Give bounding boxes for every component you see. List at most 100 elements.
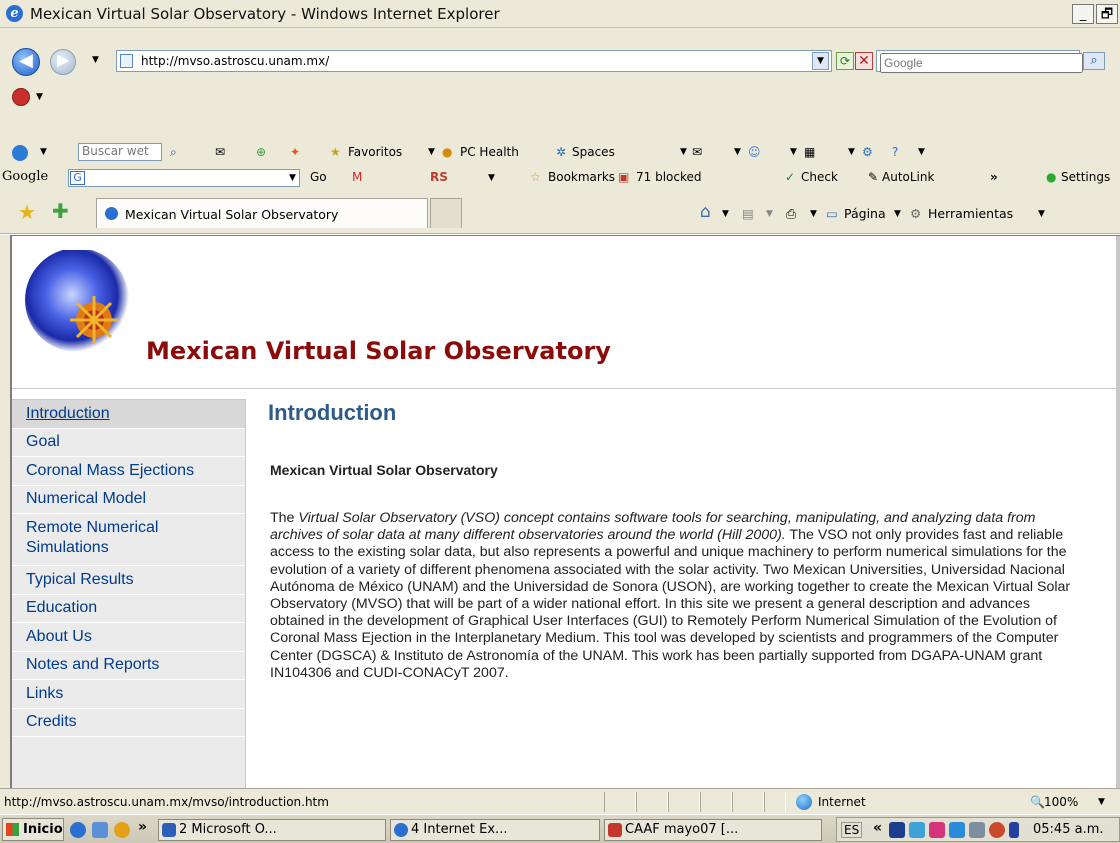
- feeds-dropdown-icon[interactable]: ▼: [766, 209, 773, 219]
- tab-mexican-virtual-solar-observatory[interactable]: Mexican Virtual Solar Observatory: [96, 198, 428, 228]
- address-bar[interactable]: [116, 50, 832, 72]
- status-cell: [668, 792, 700, 812]
- sidebar-item-goal[interactable]: Goal: [12, 429, 245, 457]
- dropdown-icon[interactable]: ▼: [848, 147, 855, 157]
- dropdown-icon[interactable]: ▼: [488, 173, 495, 183]
- tray-app-icon[interactable]: [929, 822, 945, 838]
- address-input[interactable]: [139, 53, 803, 69]
- maximize-button[interactable]: 🗗: [1096, 4, 1118, 24]
- sidebar-item-notes-and-reports[interactable]: Notes and Reports: [12, 652, 245, 680]
- start-button[interactable]: Inicio: [2, 818, 64, 841]
- tray-security-icon[interactable]: [989, 822, 1005, 838]
- pc-health-link[interactable]: PC Health: [460, 145, 519, 159]
- tray-monitor-icon[interactable]: [969, 822, 985, 838]
- tray-network-icon[interactable]: [889, 822, 905, 838]
- live-menu-dropdown-icon[interactable]: ▼: [40, 147, 47, 157]
- google-field-dropdown-icon[interactable]: ▼: [289, 173, 296, 183]
- live-search-icon[interactable]: ⌕: [170, 145, 177, 160]
- sidebar-item-about-us[interactable]: About Us: [12, 623, 245, 652]
- dropdown-icon[interactable]: ▼: [680, 147, 687, 157]
- more-chevron-icon[interactable]: »: [990, 170, 998, 184]
- check-button[interactable]: Check: [801, 170, 838, 184]
- google-g-icon[interactable]: G: [70, 171, 85, 185]
- messenger-icon[interactable]: ✦: [290, 145, 300, 159]
- rs-button[interactable]: RS: [430, 170, 448, 184]
- tools-menu-dropdown-icon[interactable]: ▼: [1038, 209, 1045, 219]
- vertical-scrollbar[interactable]: [1116, 236, 1120, 788]
- status-cell: [732, 792, 764, 812]
- sidebar-nav: Introduction Goal Coronal Mass Ejections…: [12, 399, 246, 788]
- live-search-field[interactable]: Buscar wet: [78, 143, 162, 161]
- quicklaunch-desktop-icon[interactable]: [92, 822, 108, 838]
- google-search-field[interactable]: [68, 169, 300, 187]
- task-internet-explorer[interactable]: 4 Internet Ex...: [390, 819, 600, 841]
- favorites-link[interactable]: Favoritos: [348, 145, 402, 159]
- stop-icon[interactable]: ✕: [855, 52, 873, 70]
- mail-tool-icon[interactable]: ✉: [692, 145, 702, 159]
- new-tab-button[interactable]: [430, 198, 462, 228]
- refresh-icon[interactable]: ⟳: [836, 52, 854, 70]
- history-dropdown-icon[interactable]: ▼: [92, 55, 99, 65]
- pdf-icon[interactable]: [12, 88, 30, 106]
- sidebar-item-typical-results[interactable]: Typical Results: [12, 566, 245, 595]
- pdf-dropdown-icon[interactable]: ▼: [36, 92, 43, 102]
- address-dropdown-icon[interactable]: ▼: [812, 52, 829, 70]
- forward-button[interactable]: ▶: [50, 49, 76, 75]
- zoom-icon: 🔍: [1030, 795, 1045, 809]
- search-icon[interactable]: ⌕: [1083, 52, 1105, 70]
- task-microsoft-office[interactable]: 2 Microsoft O...: [158, 819, 386, 841]
- tray-antivirus-icon[interactable]: [949, 822, 965, 838]
- spaces-link[interactable]: Spaces: [572, 145, 615, 159]
- sidebar-item-credits[interactable]: Credits: [12, 709, 245, 737]
- dropdown-icon[interactable]: ▼: [918, 147, 925, 157]
- options-icon[interactable]: ⚙: [862, 145, 873, 159]
- language-indicator[interactable]: ES: [841, 822, 863, 838]
- search-box[interactable]: [876, 50, 1083, 73]
- home-icon[interactable]: ⌂: [700, 202, 711, 222]
- quicklaunch-more-icon[interactable]: »: [138, 819, 147, 835]
- sidebar-item-education[interactable]: Education: [12, 595, 245, 623]
- dropdown-icon[interactable]: ▼: [428, 147, 435, 157]
- gmail-icon[interactable]: M: [352, 170, 362, 184]
- chrome-spacer: [0, 120, 1120, 140]
- tray-messenger-icon[interactable]: [909, 822, 925, 838]
- calendar-icon[interactable]: ▦: [804, 145, 815, 159]
- zoom-level[interactable]: 100%: [1044, 795, 1078, 809]
- print-icon[interactable]: ⎙: [786, 206, 796, 222]
- quicklaunch-media-icon[interactable]: [114, 822, 130, 838]
- sidebar-item-introduction[interactable]: Introduction: [12, 400, 245, 429]
- home-dropdown-icon[interactable]: ▼: [722, 209, 729, 219]
- zoom-dropdown-icon[interactable]: ▼: [1098, 797, 1105, 807]
- minimize-button[interactable]: _: [1072, 4, 1094, 24]
- page-menu[interactable]: Página: [844, 206, 886, 221]
- sidebar-item-links[interactable]: Links: [12, 680, 245, 709]
- quicklaunch-ie-icon[interactable]: [70, 822, 86, 838]
- go-button[interactable]: Go: [310, 170, 327, 184]
- feeds-icon[interactable]: ▤: [742, 206, 754, 221]
- tray-device-icon[interactable]: [1009, 822, 1019, 838]
- tools-menu[interactable]: Herramientas: [928, 206, 1013, 221]
- task-caaf-mayo07[interactable]: CAAF mayo07 [...: [604, 819, 822, 841]
- sidebar-item-coronal-mass-ejections[interactable]: Coronal Mass Ejections: [12, 457, 245, 486]
- sidebar-item-remote-numerical-simulations[interactable]: Remote Numerical Simulations: [12, 514, 245, 566]
- word-icon: [162, 823, 176, 837]
- autolink-button[interactable]: AutoLink: [882, 170, 934, 184]
- help-icon[interactable]: ?: [892, 145, 898, 159]
- ie-task-icon: [394, 823, 408, 837]
- add-icon[interactable]: ⊕: [256, 145, 266, 159]
- contacts-icon[interactable]: ☺: [748, 145, 761, 159]
- add-favorite-icon[interactable]: ✚: [52, 199, 69, 223]
- print-dropdown-icon[interactable]: ▼: [810, 209, 817, 219]
- search-input[interactable]: [880, 53, 1083, 73]
- sidebar-item-numerical-model[interactable]: Numerical Model: [12, 486, 245, 514]
- blocked-count[interactable]: 71 blocked: [636, 170, 702, 184]
- mail-icon[interactable]: ✉: [215, 145, 225, 159]
- settings-button[interactable]: Settings: [1061, 170, 1110, 184]
- dropdown-icon[interactable]: ▼: [734, 147, 741, 157]
- favorites-center-icon[interactable]: ★: [18, 200, 36, 224]
- bookmarks-button[interactable]: Bookmarks: [548, 170, 615, 184]
- back-button[interactable]: ◀: [12, 48, 40, 76]
- dropdown-icon[interactable]: ▼: [790, 147, 797, 157]
- tray-expand-icon[interactable]: «: [873, 820, 882, 836]
- page-menu-dropdown-icon[interactable]: ▼: [894, 209, 901, 219]
